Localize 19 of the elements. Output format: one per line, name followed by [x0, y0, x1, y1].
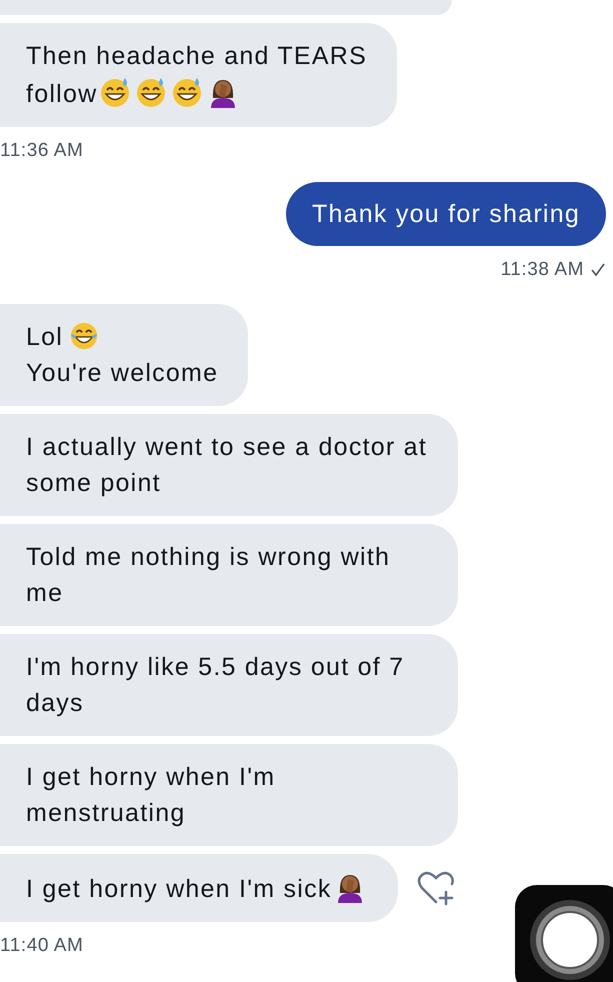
sweat-smile-emoji-icon	[99, 76, 132, 108]
message-text: You're welcome	[26, 359, 218, 387]
message-text: Lol	[26, 323, 64, 351]
message-text: follow	[26, 80, 98, 108]
timestamp: 11:36 AM	[0, 139, 84, 163]
sweat-smile-emoji-icon	[171, 76, 204, 108]
timestamp: 11:40 AM	[0, 934, 84, 958]
assistive-touch-button[interactable]	[515, 885, 613, 982]
sweat-smile-emoji-icon	[135, 76, 168, 108]
message-text: Thank you for sharing	[312, 200, 580, 228]
message-text: I actually went to see a doctor at some point	[26, 433, 428, 497]
message-text: I get horny when I'm sick	[26, 875, 332, 903]
message-text: Told me nothing is wrong with me	[26, 543, 390, 607]
message-text: I get horny when I'm menstruating	[26, 763, 276, 827]
timestamp: 11:38 AM	[500, 258, 584, 282]
laughing-tears-emoji-icon	[69, 321, 100, 351]
message-text: Then headache and TEARS	[26, 42, 368, 70]
add-reaction-heart-icon[interactable]	[416, 870, 456, 906]
message-text: I'm horny like 5.5 days out of 7 days	[26, 653, 404, 717]
